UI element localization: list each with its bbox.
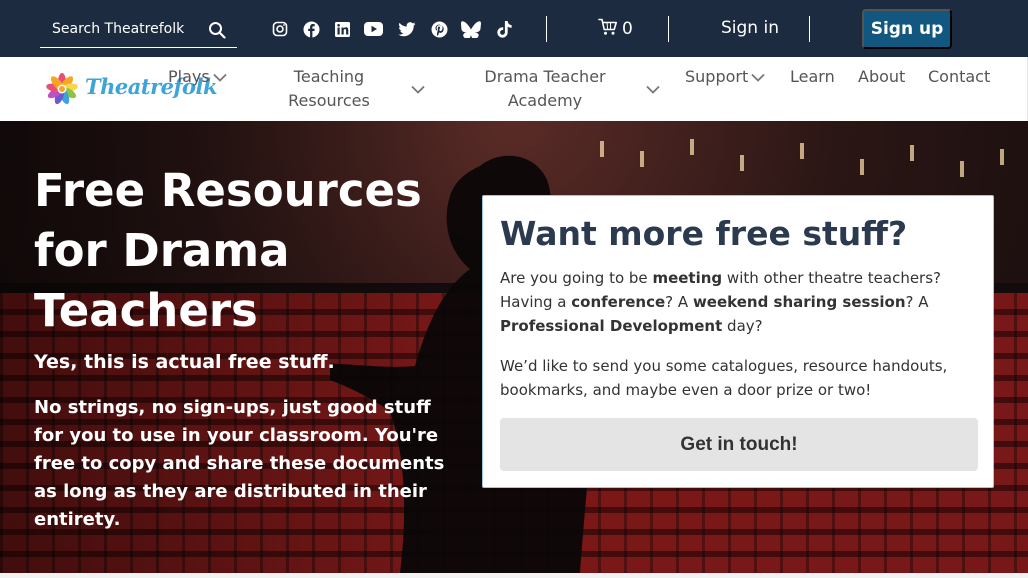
nav-item-label: Teaching Resources (288, 67, 370, 110)
nav-item-learn[interactable]: Learn (790, 65, 835, 89)
page-bottom-strip (0, 573, 1028, 578)
divider (809, 16, 810, 42)
flower-logo-icon (46, 73, 78, 105)
nav-item-label: Drama Teacher Academy (484, 67, 606, 110)
card-paragraph-1: Are you going to be meeting with other t… (500, 266, 980, 338)
search-icon[interactable] (208, 21, 226, 39)
cart-button[interactable]: 0 (598, 18, 633, 40)
text-span: Are you going to be (500, 269, 653, 287)
hero-subtitle: Yes, this is actual free stuff. (34, 351, 335, 373)
nav-item-teaching-resources[interactable]: Teaching Resources (274, 65, 384, 113)
nav-item-label: About (858, 67, 906, 86)
nav-item-label: Support (685, 67, 749, 86)
card-title: Want more free stuff? (500, 214, 908, 253)
divider (668, 16, 669, 42)
cart-icon (598, 18, 618, 41)
divider (546, 16, 547, 42)
text-span: day? (722, 317, 763, 335)
bluesky-icon[interactable] (461, 19, 481, 39)
facebook-icon[interactable] (301, 19, 321, 39)
hero-title: Free Resources for Drama Teachers (34, 164, 422, 337)
twitter-icon[interactable] (397, 19, 417, 39)
chevron-down-icon[interactable] (646, 85, 660, 94)
pinterest-icon[interactable] (429, 19, 449, 39)
cart-count: 0 (622, 19, 633, 39)
nav-item-plays[interactable]: Plays (168, 65, 210, 89)
nav-item-about[interactable]: About (858, 65, 905, 89)
main-nav: Theatrefolk Plays Teaching Resources Dra… (0, 57, 1028, 121)
chevron-down-icon[interactable] (751, 73, 765, 82)
card-paragraph-2: We’d like to send you some catalogues, r… (500, 357, 948, 399)
bold-text: meeting (652, 269, 723, 287)
instagram-icon[interactable] (270, 19, 290, 39)
nav-item-label: Contact (928, 67, 991, 86)
get-in-touch-button[interactable]: Get in touch! (500, 418, 978, 471)
top-bar: 0 Sign in Sign up (0, 0, 1028, 57)
linkedin-icon[interactable] (332, 19, 352, 39)
sign-up-button[interactable]: Sign up (862, 9, 952, 49)
bold-text: Professional Development (500, 317, 723, 335)
youtube-icon[interactable] (363, 19, 383, 39)
text-span: ? A (905, 293, 929, 311)
search-box (40, 11, 237, 48)
hero-body-text: No strings, no sign-ups, just good stuff… (34, 397, 445, 530)
free-stuff-card: Want more free stuff? Are you going to b… (482, 195, 994, 488)
tiktok-icon[interactable] (494, 19, 514, 39)
theatrefolk-logo[interactable]: Theatrefolk (45, 71, 218, 107)
nav-item-label: Learn (790, 67, 835, 86)
nav-item-label: Plays (168, 67, 210, 86)
nav-item-support[interactable]: Support (685, 65, 748, 89)
chevron-down-icon[interactable] (411, 85, 425, 94)
chevron-down-icon[interactable] (213, 73, 227, 82)
sign-in-link[interactable]: Sign in (721, 18, 779, 38)
hero-section: Free Resources for Drama Teachers Yes, t… (0, 121, 1028, 573)
search-input[interactable] (40, 11, 200, 47)
text-span: ? A (665, 293, 693, 311)
nav-item-drama-teacher-academy[interactable]: Drama Teacher Academy (480, 65, 610, 113)
bold-text: conference (571, 293, 666, 311)
bold-text: weekend sharing session (692, 293, 906, 311)
nav-item-contact[interactable]: Contact (928, 65, 990, 89)
